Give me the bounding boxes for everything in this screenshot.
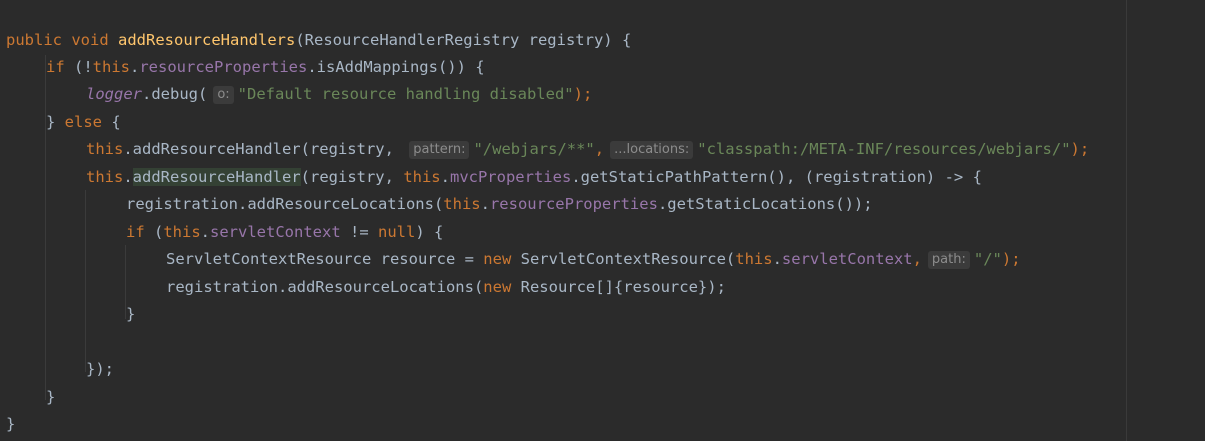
code-text: ServletContextResource( (511, 250, 736, 268)
keyword: this (735, 250, 773, 268)
code-line[interactable]: }); (86, 356, 114, 383)
keyword: void (71, 31, 109, 49)
code-text: registration.addResourceLocations( (126, 195, 444, 213)
code-line[interactable]: } (6, 411, 15, 438)
code-text: ) { (415, 223, 444, 241)
code-text: } (6, 415, 16, 433)
keyword: this (443, 195, 481, 213)
field-name: resourceProperties (489, 195, 658, 213)
code-editor[interactable]: public void addResourceHandlers(Resource… (0, 0, 1205, 441)
code-line[interactable]: ServletContextResource resource = new Se… (166, 246, 1021, 273)
code-text: } (46, 388, 56, 406)
code-line[interactable]: } else { (46, 109, 121, 136)
code-line[interactable]: registration.addResourceLocations(this.r… (126, 191, 873, 218)
code-text: . (772, 250, 782, 268)
keyword: if (126, 223, 145, 241)
keyword: this (163, 223, 201, 241)
code-text: (! (64, 58, 93, 76)
code-text: (registry, (300, 168, 404, 186)
keyword: public (6, 31, 62, 49)
code-line[interactable]: if (this.servletContext != null) { (126, 219, 443, 246)
field-name: servletContext (781, 250, 913, 268)
code-text: , (594, 140, 605, 158)
code-text: .getStaticLocations()); (657, 195, 873, 213)
code-line[interactable]: this.addResourceHandler(registry, this.m… (86, 164, 982, 191)
keyword: this (403, 168, 441, 186)
code-text: registration.addResourceLocations( (166, 278, 484, 296)
inlay-hint: ...locations: (610, 141, 694, 159)
static-field: logger (86, 85, 142, 103)
keyword: if (46, 58, 65, 76)
indent-guide (85, 190, 86, 372)
code-line[interactable]: public void addResourceHandlers(Resource… (6, 27, 631, 54)
field-name: resourceProperties (139, 58, 308, 76)
keyword: else (64, 113, 102, 131)
keyword: this (92, 58, 130, 76)
code-text: ServletContextResource resource = (166, 250, 484, 268)
keyword: new (483, 278, 512, 296)
code-text: . (123, 168, 133, 186)
code-line[interactable]: } (126, 301, 135, 328)
code-text: , (912, 250, 922, 268)
string-literal: "/webjars/**" (473, 140, 595, 158)
keyword: this (86, 140, 124, 158)
code-line[interactable]: this.addResourceHandler(registry, patter… (86, 136, 1089, 163)
inlay-hint: pattern: (409, 141, 470, 159)
string-literal: "classpath:/META-INF/resources/webjars/" (697, 140, 1071, 158)
code-text: . (480, 195, 490, 213)
inlay-hint: o: (213, 86, 234, 104)
code-line[interactable]: if (!this.resourceProperties.isAddMappin… (46, 54, 485, 81)
inlay-hint: path: (927, 251, 970, 269)
code-line[interactable]: } (46, 384, 55, 411)
keyword: this (86, 168, 124, 186)
code-text: { (102, 113, 121, 131)
string-literal: "Default resource handling disabled" (237, 85, 574, 103)
code-line[interactable]: logger.debug( o: "Default resource handlin… (86, 81, 592, 108)
code-text: . (200, 223, 211, 241)
code-text: ); (1070, 140, 1090, 158)
highlighted-method-name[interactable]: addResourceHandler (132, 168, 301, 186)
code-text: .debug( (142, 85, 208, 103)
code-text: } (126, 305, 136, 323)
code-text: .getStaticPathPattern(), (registration) … (571, 168, 982, 186)
code-text: .addResourceHandler(registry, (123, 140, 404, 158)
code-text: } (46, 113, 65, 131)
field-name: servletContext (210, 223, 341, 241)
code-line[interactable]: registration.addResourceLocations(new Re… (166, 274, 726, 301)
code-text: . (130, 58, 140, 76)
code-text: != (340, 223, 378, 241)
code-text: . (440, 168, 450, 186)
field-name: mvcProperties (449, 168, 572, 186)
keyword: new (483, 250, 512, 268)
method-name: addResourceHandlers (118, 31, 296, 49)
code-text: }); (86, 360, 114, 378)
right-margin-guide (1126, 0, 1127, 441)
code-text: ( (144, 223, 164, 241)
code-text: ); (1001, 250, 1021, 268)
code-text: ); (573, 85, 593, 103)
indent-guide (45, 55, 46, 400)
code-text: (ResourceHandlerRegistry registry) { (295, 31, 632, 49)
keyword: null (378, 223, 416, 241)
code-text: Resource[]{resource}); (511, 278, 726, 296)
string-literal: "/" (973, 250, 1002, 268)
code-text: .isAddMappings()) { (307, 58, 485, 76)
